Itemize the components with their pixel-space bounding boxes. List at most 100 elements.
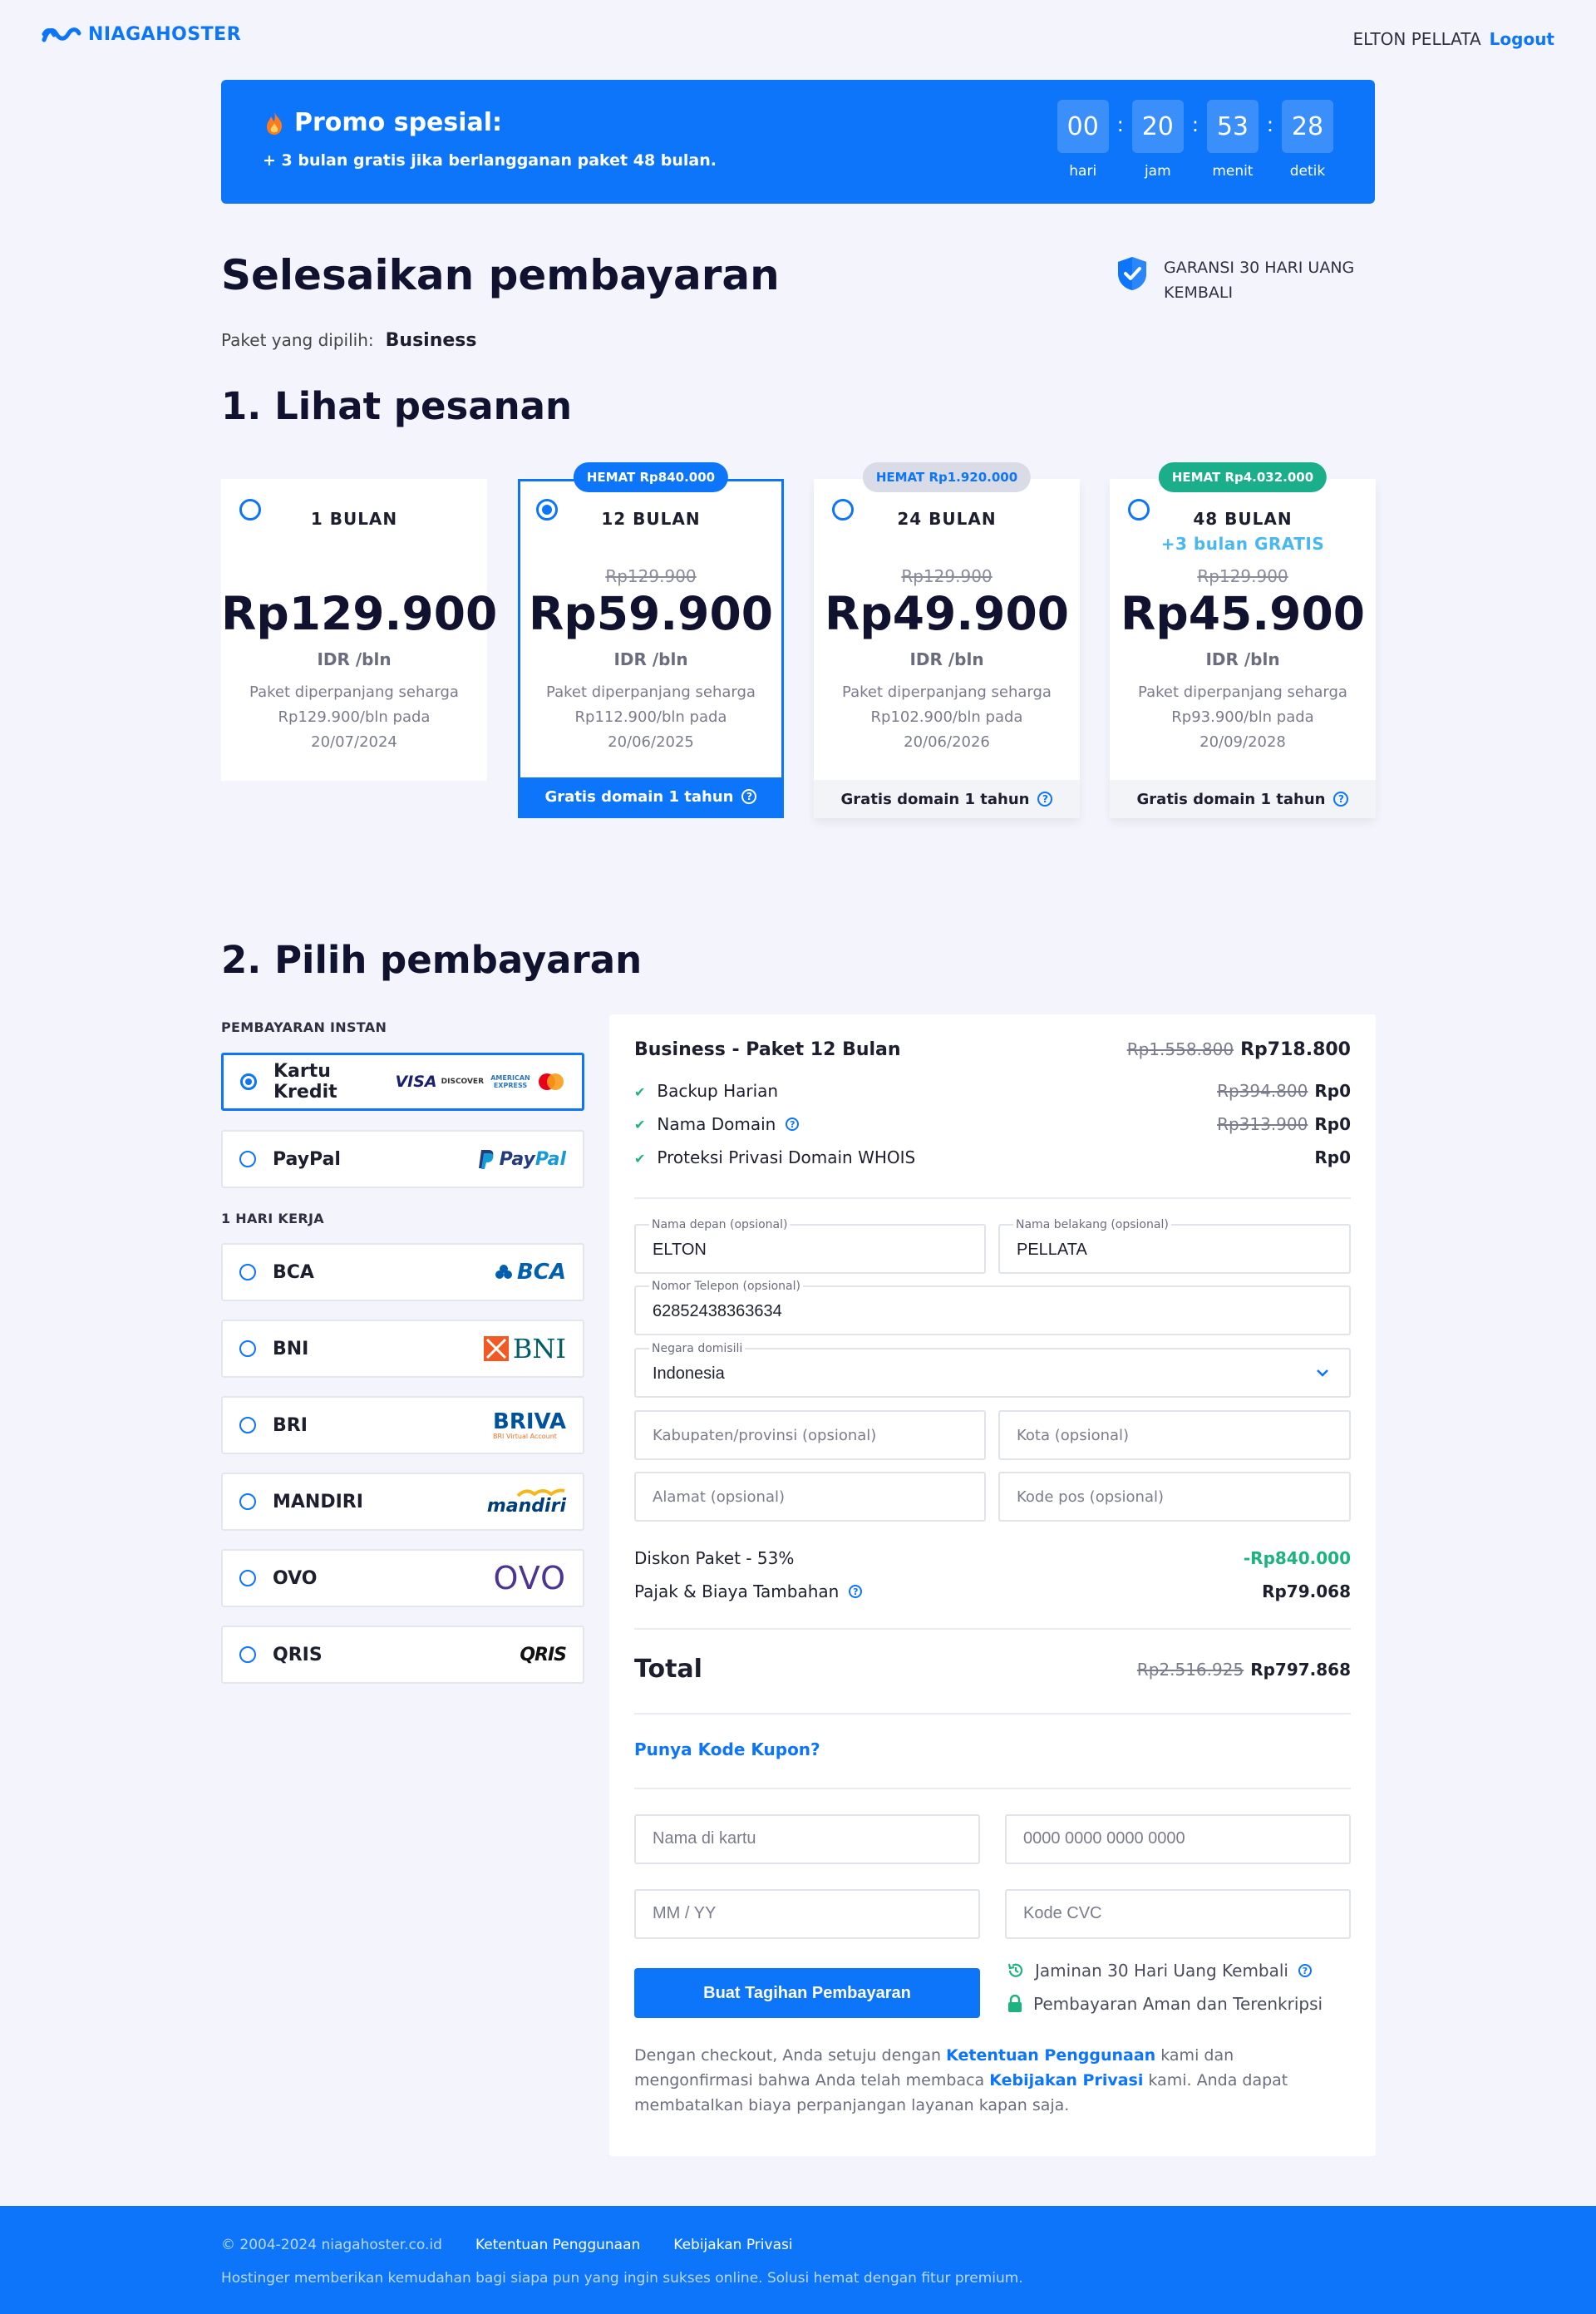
logout-link[interactable]: Logout — [1490, 29, 1554, 49]
payment-radio[interactable] — [239, 1646, 256, 1663]
phone-field[interactable]: Nomor Telepon (opsional) 62852438363634 — [634, 1280, 1351, 1335]
card-cvc-input[interactable]: Kode CVC — [1005, 1889, 1351, 1939]
payment-label: Kartu Kredit — [273, 1061, 337, 1103]
payment-option-bni[interactable]: BNI BNI — [221, 1320, 584, 1378]
secure-note-text: Pembayaran Aman dan Terenkripsi — [1033, 1994, 1323, 2014]
plan-card-1-month[interactable]: 1 BULAN Rp129.900 IDR /bln Paket diperpa… — [221, 479, 497, 781]
plan-renewal-note: Paket diperpanjang seharga Rp93.900/bln … — [1138, 683, 1347, 751]
plan-card-48-months[interactable]: HEMAT Rp4.032.000 48 BULAN +3 bulan GRAT… — [1110, 462, 1376, 818]
mandiri-text: mandiri — [486, 1496, 566, 1517]
payment-radio[interactable] — [239, 1417, 256, 1433]
country-select[interactable]: Negara domisili Indonesia — [634, 1342, 1351, 1398]
terms-part: Dengan checkout, Anda setuju dengan — [634, 2046, 947, 2065]
help-icon[interactable]: ? — [1333, 792, 1349, 807]
footer-terms-link[interactable]: Ketentuan Penggunaan — [475, 2237, 640, 2253]
briva-subtext: BRI Virtual Account — [493, 1432, 557, 1440]
paypal-text-b: Pal — [534, 1148, 566, 1170]
summary-item-backup: ✔ Backup Harian Rp394.800 Rp0 — [634, 1081, 1351, 1101]
lock-icon — [1008, 1995, 1022, 2012]
divider — [634, 1713, 1351, 1715]
summary-item-old-price: Rp394.800 — [1217, 1081, 1308, 1101]
card-expiry-input[interactable]: MM / YY — [634, 1889, 980, 1939]
field-label: Nomor Telepon (opsional) — [649, 1280, 803, 1293]
field-placeholder: 0000 0000 0000 0000 — [1023, 1829, 1185, 1848]
countdown-days: 00 hari — [1057, 100, 1109, 180]
terms-of-use-link[interactable]: Ketentuan Penggunaan — [946, 2046, 1155, 2065]
payment-radio[interactable] — [239, 1493, 256, 1510]
plan-duration: 24 BULAN — [897, 509, 997, 529]
tax-label: Pajak & Biaya Tambahan — [634, 1581, 840, 1601]
payment-option-bri[interactable]: BRI BRIVA BRI Virtual Account — [221, 1396, 584, 1454]
payment-option-qris[interactable]: QRIS QRIS — [221, 1626, 584, 1684]
plan-unit: IDR /bln — [909, 649, 984, 669]
last-name-field[interactable]: Nama belakang (opsional) PELLATA — [998, 1218, 1351, 1274]
payment-option-ovo[interactable]: OVO OVO — [221, 1549, 584, 1607]
field-value: PELLATA — [1017, 1241, 1087, 1259]
summary-item-domain: ✔ Nama Domain? Rp313.900 Rp0 — [634, 1114, 1351, 1134]
promo-subtitle: + 3 bulan gratis jika berlangganan paket… — [263, 151, 717, 170]
footer-tagline: Hostinger memberikan kemudahan bagi siap… — [221, 2270, 1023, 2287]
coupon-link-text[interactable]: Punya Kode Kupon? — [634, 1739, 820, 1759]
promo-title-text: Promo spesial: — [294, 108, 503, 137]
summary-product-price: Rp718.800 — [1240, 1039, 1351, 1060]
payment-radio[interactable] — [239, 1264, 256, 1280]
help-icon[interactable]: ? — [1037, 792, 1053, 807]
address-field[interactable]: Alamat (opsional) — [634, 1472, 986, 1522]
footer-privacy-link[interactable]: Kebijakan Privasi — [673, 2237, 792, 2253]
paypal-logo: Pay Pal — [477, 1148, 566, 1170]
guarantee-note: Jaminan 30 Hari Uang Kembali ? — [1007, 1961, 1312, 1981]
bni-logo: BNI — [483, 1333, 566, 1364]
countdown-label: hari — [1069, 163, 1097, 180]
create-invoice-button[interactable]: Buat Tagihan Pembayaran — [634, 1968, 980, 2018]
field-label: Nama belakang (opsional) — [1013, 1218, 1171, 1231]
payment-label: BNI — [273, 1338, 309, 1359]
plan-card-12-months[interactable]: HEMAT Rp840.000 12 BULAN Rp129.900 Rp59.… — [518, 462, 784, 818]
divider — [634, 1197, 1351, 1199]
privacy-policy-link[interactable]: Kebijakan Privasi — [989, 2071, 1143, 2090]
guarantee-note-text: Jaminan 30 Hari Uang Kembali — [1035, 1961, 1288, 1981]
card-number-input[interactable]: 0000 0000 0000 0000 — [1005, 1814, 1351, 1864]
coupon-link[interactable]: Punya Kode Kupon? — [634, 1739, 1351, 1759]
bca-text: BCA — [516, 1260, 566, 1285]
help-icon[interactable]: ? — [786, 1118, 800, 1131]
plan-perk-label: Gratis domain 1 tahun — [840, 790, 1030, 808]
summary-item-price: Rp0 — [1314, 1081, 1351, 1101]
help-icon[interactable]: ? — [741, 789, 757, 804]
summary-item-label: Proteksi Privasi Domain WHOIS — [657, 1147, 916, 1167]
check-icon: ✔ — [634, 1084, 646, 1100]
summary-item-price: Rp0 — [1314, 1114, 1351, 1134]
plan-card-24-months[interactable]: HEMAT Rp1.920.000 24 BULAN Rp129.900 Rp4… — [814, 462, 1080, 818]
postal-code-field[interactable]: Kode pos (opsional) — [998, 1472, 1351, 1522]
plan-price: Rp59.900 — [529, 587, 773, 640]
plan-renewal-note: Paket diperpanjang seharga Rp102.900/bln… — [842, 683, 1052, 751]
bca-logo: BCA — [495, 1260, 566, 1285]
payment-radio[interactable] — [239, 1151, 256, 1167]
countdown-value: 28 — [1282, 100, 1333, 153]
summary-item-whois: ✔ Proteksi Privasi Domain WHOIS Rp0 — [634, 1147, 1351, 1167]
payment-radio[interactable] — [240, 1073, 257, 1090]
countdown-hours: 20 jam — [1131, 100, 1184, 180]
summary-item-label: Backup Harian — [657, 1081, 779, 1101]
step2-heading: 2. Pilih pembayaran — [221, 938, 643, 982]
brand-logo[interactable]: NIAGAHOSTER — [42, 23, 241, 45]
countdown-label: detik — [1289, 163, 1326, 180]
payment-option-mandiri[interactable]: MANDIRI mandiri — [221, 1473, 584, 1531]
card-name-input[interactable]: Nama di kartu — [634, 1814, 980, 1864]
payment-option-paypal[interactable]: PayPal Pay Pal — [221, 1130, 584, 1188]
field-placeholder: MM / YY — [653, 1904, 717, 1922]
discover-logo: DISCOVER — [441, 1078, 484, 1086]
plan-old-price: Rp129.900 — [605, 566, 697, 586]
payment-radio[interactable] — [239, 1340, 256, 1357]
help-icon[interactable]: ? — [849, 1585, 863, 1598]
countdown-minutes: 53 menit — [1206, 100, 1259, 180]
payment-label: BRI — [273, 1414, 308, 1436]
city-field[interactable]: Kota (opsional) — [998, 1410, 1351, 1460]
province-field[interactable]: Kabupaten/provinsi (opsional) — [634, 1410, 986, 1460]
payment-option-bca[interactable]: BCA BCA — [221, 1243, 584, 1301]
footer-copyright: © 2004-2024 niagahoster.co.id — [221, 2237, 442, 2253]
payment-option-credit-card[interactable]: Kartu Kredit VISA DISCOVER AMERICAN EXPR… — [221, 1053, 584, 1111]
help-icon[interactable]: ? — [1298, 1964, 1312, 1977]
first-name-field[interactable]: Nama depan (opsional) ELTON — [634, 1218, 986, 1274]
payment-radio[interactable] — [239, 1570, 256, 1586]
user-bar: ELTON PELLATA Logout — [1352, 29, 1554, 49]
